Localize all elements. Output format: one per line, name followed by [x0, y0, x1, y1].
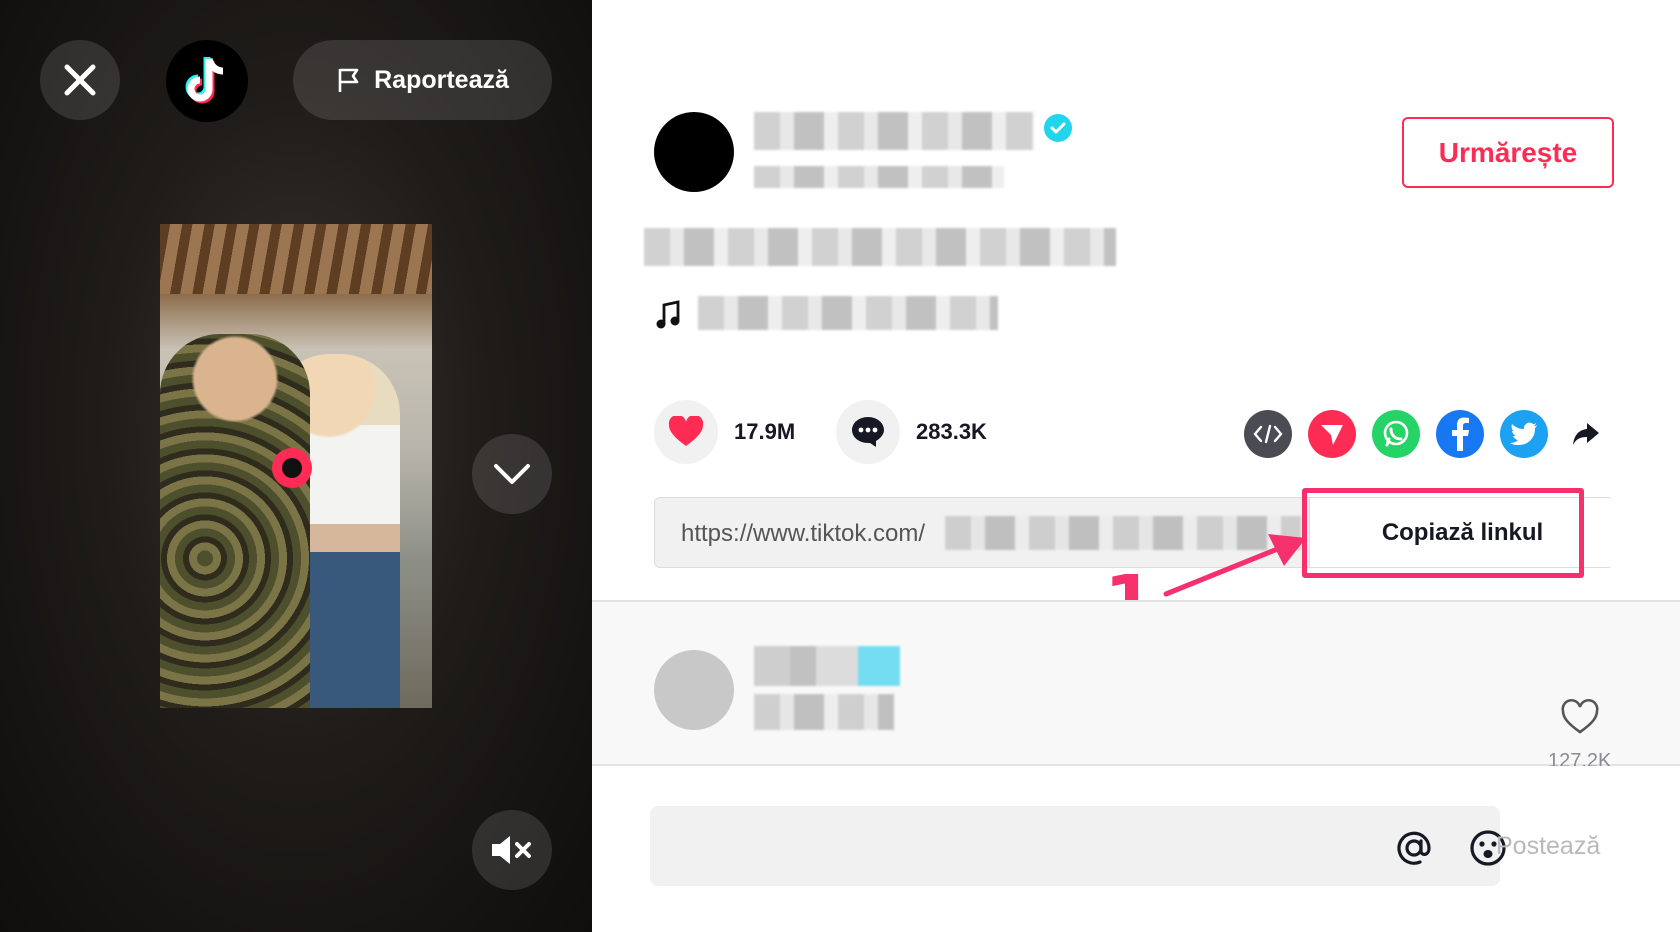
- video-panel: Raportează: [0, 0, 592, 932]
- like-count: 17.9M: [734, 419, 796, 444]
- comment-text-blurred: [754, 694, 894, 730]
- close-icon: [64, 64, 96, 96]
- twitter-button[interactable]: [1500, 410, 1548, 458]
- comment-button[interactable]: [836, 400, 900, 464]
- like-button[interactable]: [654, 400, 718, 464]
- comment-input[interactable]: [650, 806, 1506, 886]
- music-note-icon: [656, 300, 680, 329]
- tiktok-note-icon: [185, 57, 224, 104]
- annotation-arrow: [1163, 534, 1306, 597]
- verified-icon: [1044, 114, 1072, 142]
- twitter-icon: [1510, 422, 1537, 445]
- report-label: Raportează: [374, 65, 509, 94]
- like-action[interactable]: 17.9M: [654, 400, 795, 464]
- tiktok-logo[interactable]: [166, 40, 248, 122]
- whatsapp-button[interactable]: [1372, 410, 1420, 458]
- mention-icon[interactable]: [1394, 828, 1434, 868]
- author-handle-blurred: [754, 166, 1004, 188]
- annotation-highlight-box: [1302, 488, 1584, 578]
- caption-blurred: [644, 228, 1116, 266]
- video-link[interactable]: https://www.tiktok.com/: [681, 498, 925, 569]
- author-name-blurred[interactable]: [754, 112, 1034, 150]
- link-prefix: https://www.tiktok.com/: [681, 520, 926, 547]
- more-share-button[interactable]: [1562, 410, 1610, 458]
- mute-button[interactable]: [472, 810, 552, 890]
- next-video-button[interactable]: [472, 434, 552, 514]
- music-title-blurred[interactable]: [698, 296, 998, 330]
- embed-icon: [1253, 424, 1283, 444]
- chevron-down-icon: [494, 464, 530, 484]
- thumbnail-roof: [160, 224, 432, 294]
- comment-action[interactable]: 283.3K: [836, 400, 987, 464]
- thumbnail-person: [160, 334, 310, 708]
- report-button[interactable]: Raportează: [293, 40, 552, 120]
- flag-icon: [338, 68, 359, 92]
- comments-section: 127.2K: [592, 600, 1680, 766]
- commenter-name-blurred[interactable]: [754, 646, 900, 686]
- commenter-avatar[interactable]: [654, 650, 734, 730]
- mute-icon: [492, 836, 531, 864]
- record-indicator: [272, 448, 312, 488]
- facebook-icon: [1452, 417, 1469, 451]
- comment-icon: [852, 417, 884, 447]
- follow-button[interactable]: Urmărește: [1402, 117, 1614, 188]
- share-arrow-icon: [1573, 423, 1599, 445]
- comment-like-icon[interactable]: [1560, 698, 1600, 738]
- facebook-button[interactable]: [1436, 410, 1484, 458]
- post-comment-button[interactable]: Postează: [1496, 826, 1600, 866]
- heart-icon: [668, 416, 704, 446]
- close-button[interactable]: [40, 40, 120, 120]
- post-details-panel: Urmărește 17.9M 283.3K https://www.tikto…: [592, 0, 1680, 932]
- author-avatar[interactable]: [654, 112, 734, 192]
- comment-count: 283.3K: [916, 419, 987, 444]
- send-button[interactable]: [1308, 410, 1356, 458]
- whatsapp-icon: [1383, 420, 1409, 447]
- send-icon: [1321, 425, 1343, 445]
- embed-button[interactable]: [1244, 410, 1292, 458]
- comment-like-count: 127.2K: [1548, 750, 1612, 766]
